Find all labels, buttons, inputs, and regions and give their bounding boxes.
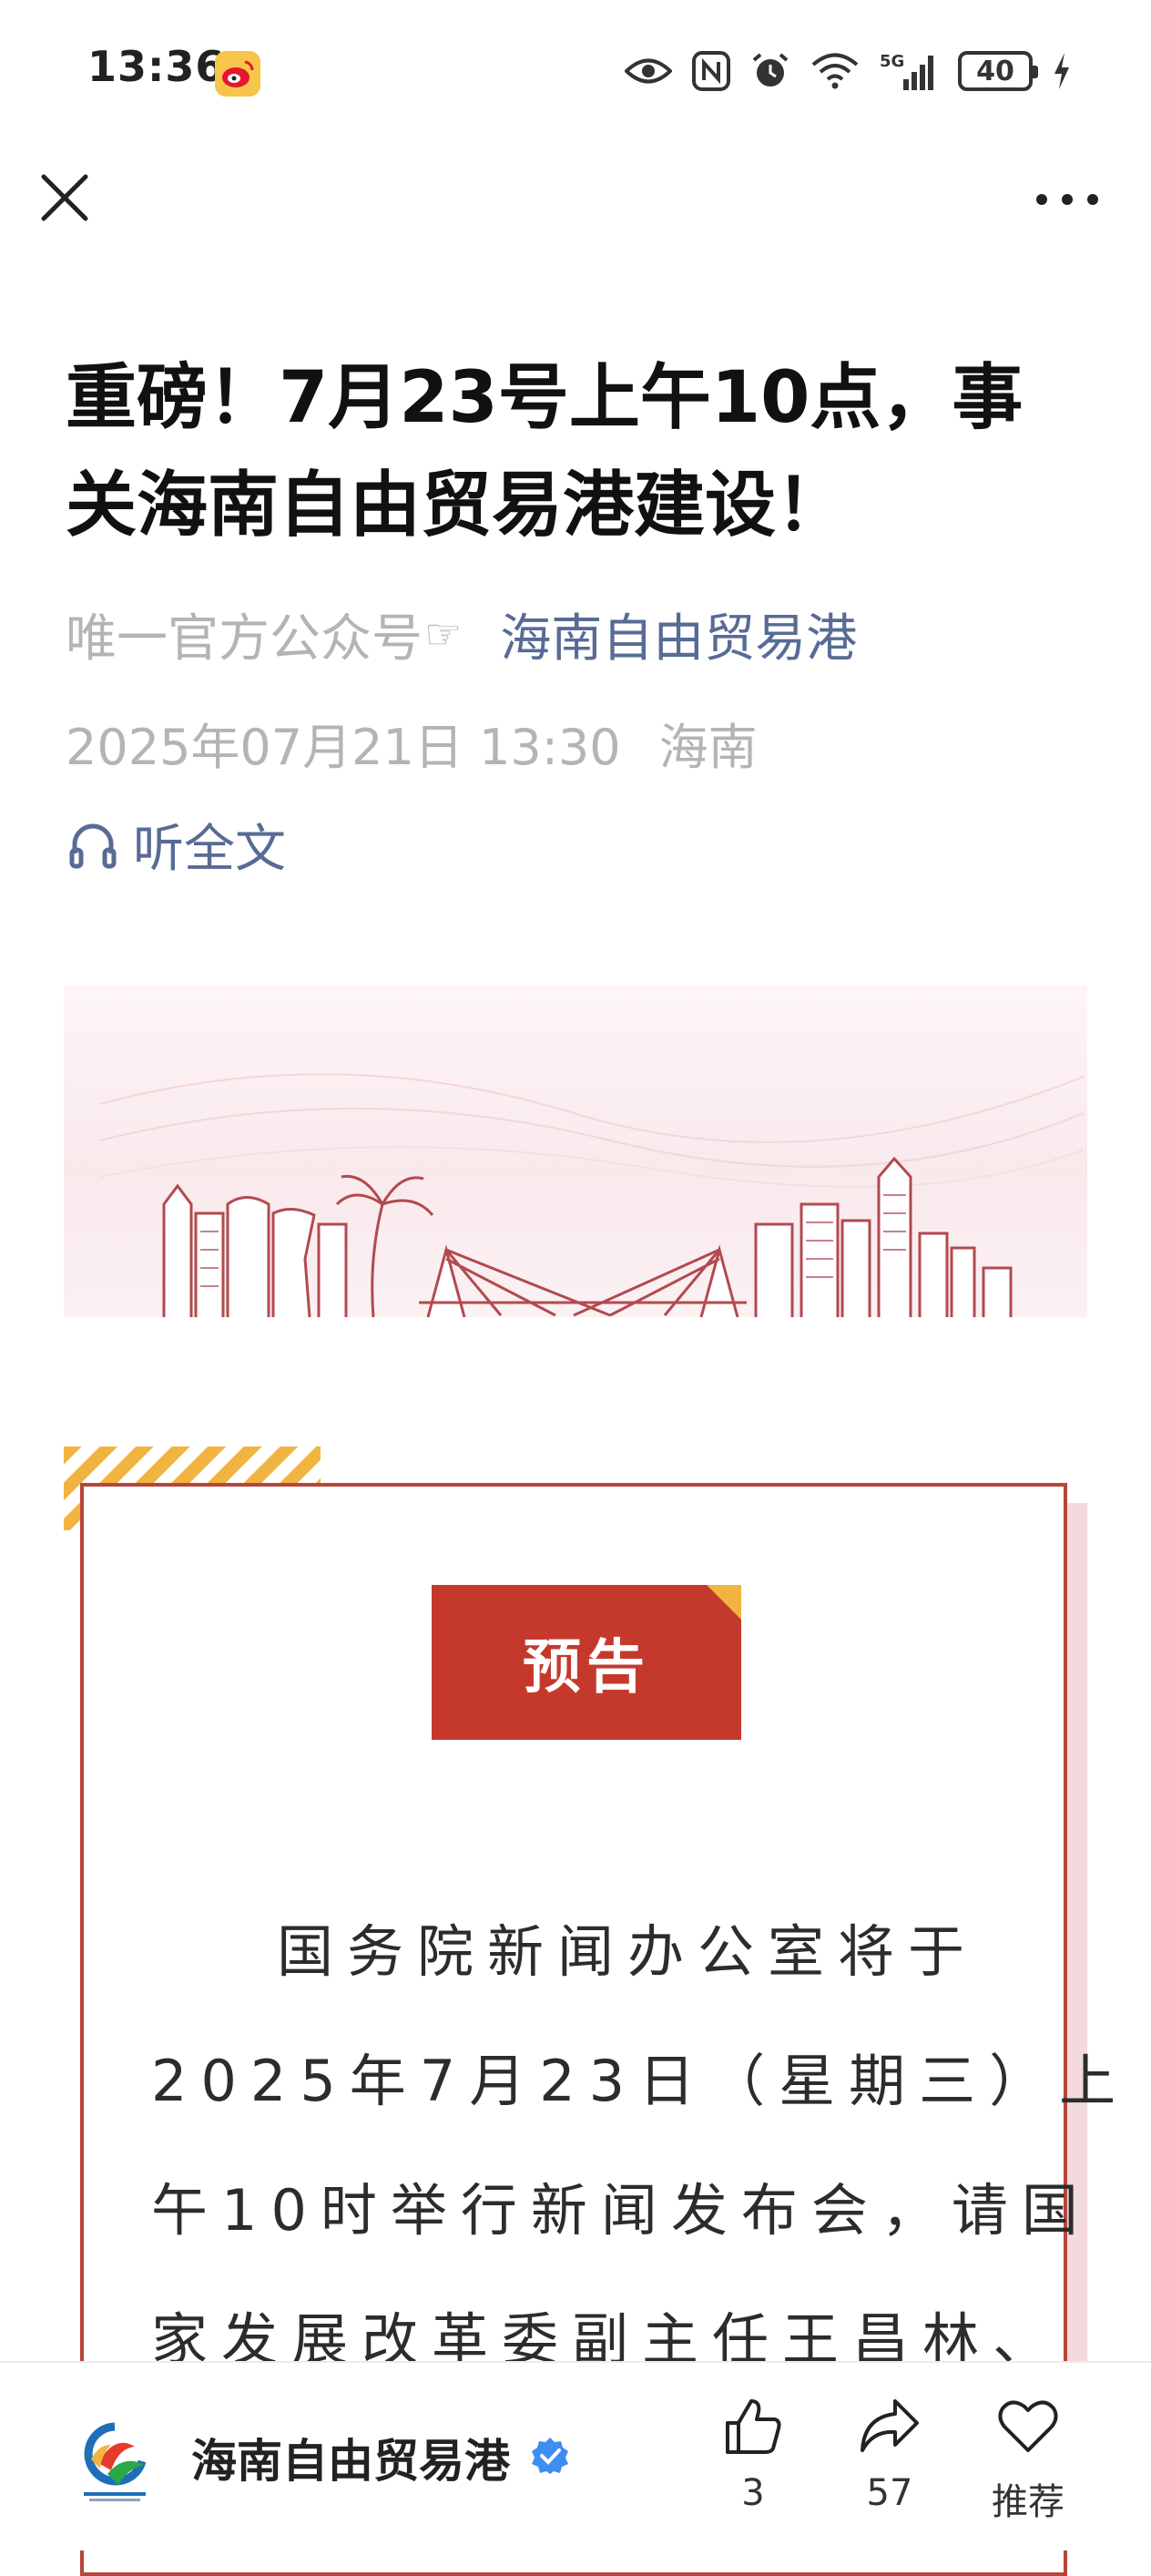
recommend-label: 推荐	[992, 2481, 1064, 2523]
weibo-icon	[215, 51, 260, 97]
city-skyline-illustration	[99, 1073, 1085, 1317]
close-icon	[41, 174, 88, 221]
charging-icon	[1054, 53, 1069, 89]
publish-location: 海南	[658, 719, 758, 776]
more-button[interactable]	[1031, 179, 1104, 220]
meta-row: 2025年07月21日 13:30 海南	[66, 707, 758, 779]
alarm-icon	[752, 53, 789, 87]
like-button[interactable]: 3	[694, 2394, 812, 2514]
wifi-icon	[811, 53, 859, 89]
status-time: 13:36	[87, 42, 226, 91]
heart-icon	[998, 2400, 1058, 2452]
banner-image	[64, 986, 1087, 1317]
verified-badge-icon	[532, 2438, 568, 2474]
listen-label: 听全文	[133, 819, 286, 879]
account-link[interactable]: 海南自由贸易港	[500, 598, 857, 671]
notice-label: 预告	[523, 1634, 650, 1702]
status-icons: 5G 40	[625, 44, 1071, 98]
eye-icon	[625, 58, 672, 84]
bottom-bar: 海南自由贸易港 3 57 推荐	[0, 2361, 1151, 2550]
account-logo-icon	[84, 2422, 147, 2501]
notice-badge: 预告	[432, 1585, 741, 1740]
notice-line: 国务院新闻办公室将于	[277, 1918, 979, 1985]
author-row: 唯一官方公众号 ☞ 海南自由贸易港	[66, 601, 857, 669]
battery-level: 40	[976, 55, 1014, 87]
notice-line: 午10时举行新闻发布会，请国	[151, 2177, 1092, 2244]
status-bar: 13:36 5G 40	[0, 0, 1151, 146]
more-icon	[1036, 194, 1098, 205]
nfc-icon	[692, 51, 730, 91]
headphones-icon	[69, 823, 117, 869]
author-tag: 唯一官方公众号	[66, 608, 423, 669]
share-button[interactable]: 57	[830, 2394, 949, 2514]
bottom-account-name[interactable]: 海南自由贸易港	[191, 2425, 510, 2490]
thumbs-up-icon	[726, 2399, 781, 2454]
pointing-hand-icon: ☞	[424, 609, 463, 659]
signal-icon: 5G	[880, 52, 933, 90]
share-count: 57	[866, 2472, 913, 2514]
account-avatar[interactable]	[71, 2418, 158, 2505]
article-title: 重磅！7月23号上午10点，事关海南自由贸易港建设！	[66, 357, 1024, 547]
recommend-button[interactable]: 推荐	[969, 2394, 1087, 2525]
share-icon	[861, 2399, 919, 2452]
listen-button[interactable]: 听全文	[66, 813, 286, 879]
close-button[interactable]	[35, 168, 95, 228]
notice-line: 2025年7月23日（星期三）上	[151, 2048, 1130, 2114]
like-count: 3	[741, 2472, 765, 2514]
network-type: 5G	[880, 52, 904, 71]
battery-icon: 40	[958, 51, 1038, 91]
notice-body: 国务院新闻办公室将于 2025年7月23日（星期三）上 午10时举行新闻发布会，…	[151, 1887, 1130, 2405]
publish-date: 2025年07月21日 13:30	[66, 719, 621, 776]
